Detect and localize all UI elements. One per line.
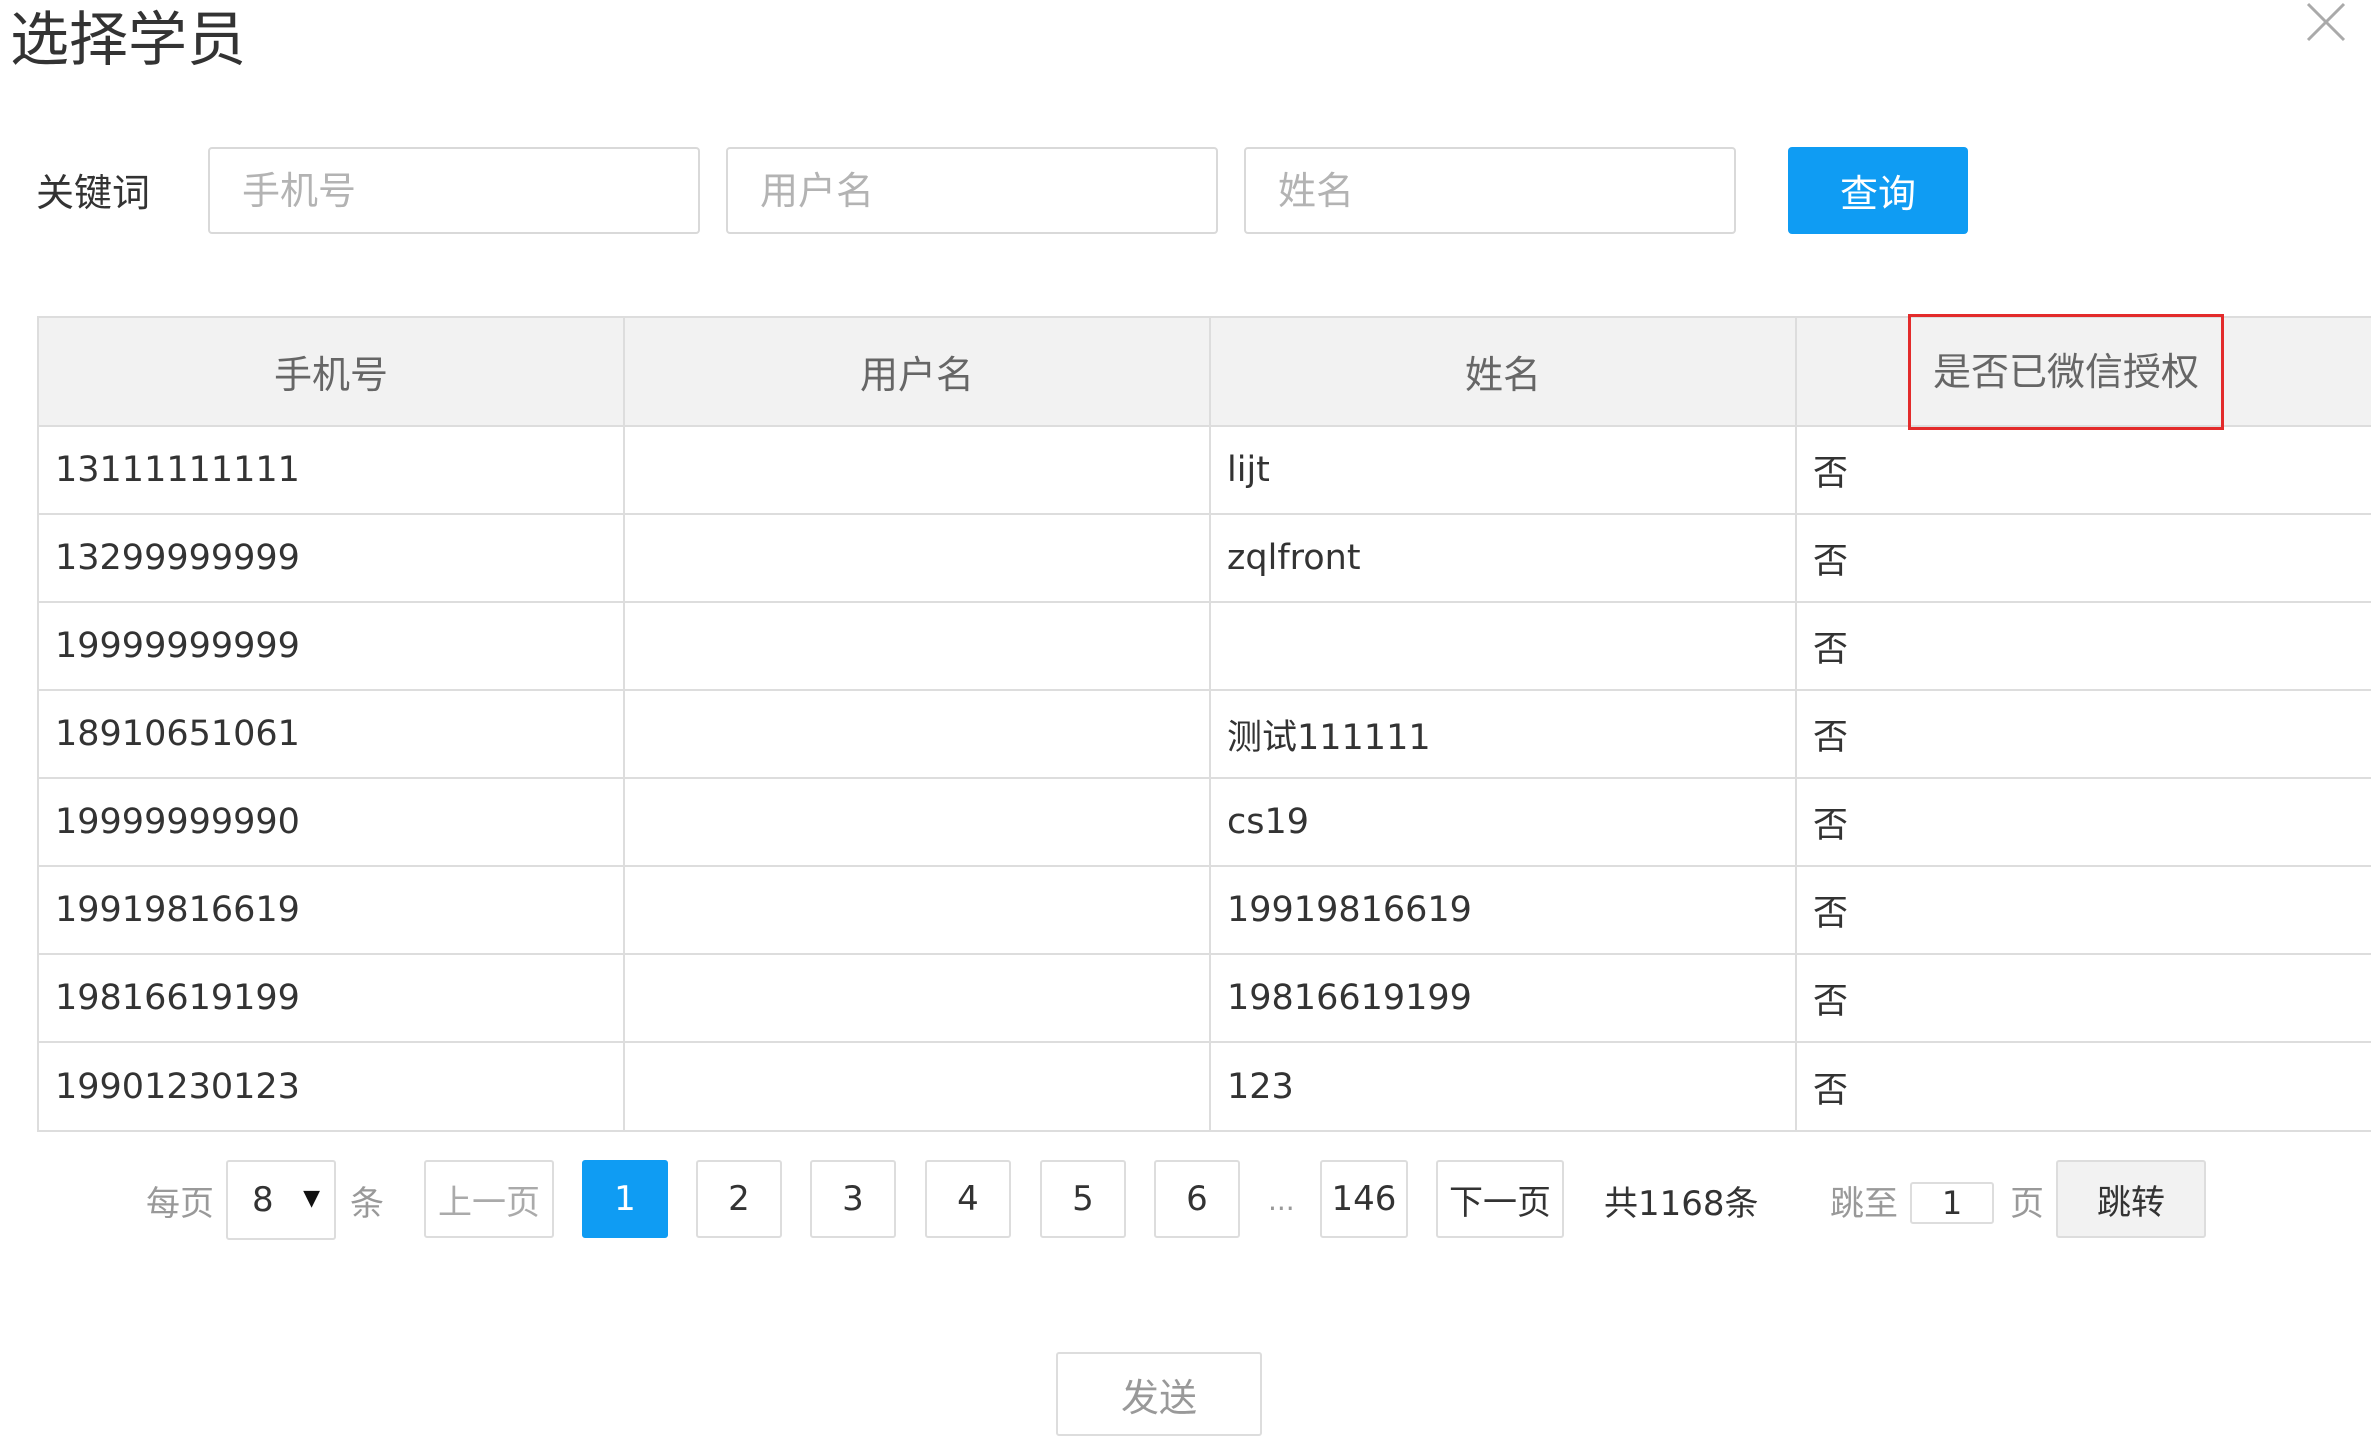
cell-name: 测试111111 [1211, 691, 1797, 777]
table-row[interactable]: 19999999999 否 [39, 603, 2371, 691]
page-button-last[interactable]: 146 [1320, 1160, 1408, 1238]
cell-wechat-auth: 否 [1813, 541, 1849, 582]
cell-username [625, 427, 1211, 513]
jump-prefix: 跳至 [1830, 1183, 1898, 1224]
per-page-select[interactable]: 8 ▼ [226, 1160, 336, 1240]
column-header-phone: 手机号 [39, 318, 625, 425]
cell-username [625, 515, 1211, 601]
cell-username [625, 1043, 1211, 1131]
page-button-3[interactable]: 3 [810, 1160, 896, 1238]
next-page-button[interactable]: 下一页 [1436, 1160, 1564, 1238]
close-icon[interactable] [2300, 0, 2352, 46]
jump-page-input[interactable] [1910, 1182, 1994, 1224]
cell-phone: 19816619199 [39, 955, 625, 1041]
per-page-prefix: 每页 [146, 1183, 214, 1224]
cell-username [625, 691, 1211, 777]
table-row[interactable]: 19816619199 19816619199 否 [39, 955, 2371, 1043]
cell-name: cs19 [1211, 779, 1797, 865]
cell-name: 19816619199 [1211, 955, 1797, 1041]
table-header: 手机号 用户名 姓名 是否已微信授权 [39, 313, 2371, 430]
students-table: 手机号 用户名 姓名 是否已微信授权 13111111111 lijt 否 13… [37, 313, 2371, 1132]
table-row[interactable]: 19999999990 cs19 否 [39, 779, 2371, 867]
username-search-input[interactable] [726, 147, 1218, 234]
cell-phone: 13111111111 [39, 427, 625, 513]
cell-wechat-auth: 否 [1813, 981, 1849, 1022]
dialog-title: 选择学员 [10, 5, 247, 74]
table-row[interactable]: 19901230123 123 否 [39, 1043, 2371, 1131]
cell-username [625, 603, 1211, 689]
cell-phone: 19999999999 [39, 603, 625, 689]
table-row[interactable]: 13111111111 lijt 否 [39, 427, 2371, 515]
cell-phone: 19919816619 [39, 867, 625, 953]
query-button[interactable]: 查询 [1788, 147, 1968, 234]
select-student-dialog: 选择学员 关键词 查询 手机号 用户名 姓名 是否已微信授权 131111111… [0, 0, 2371, 1440]
page-button-6[interactable]: 6 [1154, 1160, 1240, 1238]
cell-username [625, 955, 1211, 1041]
page-button-5[interactable]: 5 [1040, 1160, 1126, 1238]
name-search-input[interactable] [1244, 147, 1736, 234]
cell-name: 123 [1211, 1043, 1797, 1131]
total-count: 共1168条 [1604, 1183, 1759, 1224]
keyword-label: 关键词 [36, 171, 151, 215]
page-button-1[interactable]: 1 [582, 1160, 668, 1238]
cell-username [625, 779, 1211, 865]
table-row[interactable]: 13299999999 zqlfront 否 [39, 515, 2371, 603]
cell-username [625, 867, 1211, 953]
column-header-name: 姓名 [1211, 318, 1797, 425]
cell-phone: 19901230123 [39, 1043, 625, 1131]
cell-wechat-auth: 否 [1813, 717, 1849, 758]
chevron-down-icon: ▼ [303, 1186, 320, 1211]
per-page-suffix: 条 [350, 1183, 384, 1224]
cell-name: lijt [1211, 427, 1797, 513]
cell-name: zqlfront [1211, 515, 1797, 601]
pagination-ellipsis: ... [1268, 1183, 1295, 1217]
cell-name: 19919816619 [1211, 867, 1797, 953]
table-row[interactable]: 18910651061 测试111111 否 [39, 691, 2371, 779]
cell-name [1211, 603, 1797, 689]
jump-suffix: 页 [2010, 1183, 2044, 1224]
cell-phone: 13299999999 [39, 515, 625, 601]
table-row[interactable]: 19919816619 19919816619 否 [39, 867, 2371, 955]
page-button-4[interactable]: 4 [925, 1160, 1011, 1238]
pagination: 每页 8 ▼ 条 上一页 1 2 3 4 5 6 ... 146 下一页 共11… [0, 1158, 2371, 1242]
column-header-wechat-auth: 是否已微信授权 [1797, 313, 2371, 430]
cell-wechat-auth: 否 [1813, 893, 1849, 934]
cell-phone: 19999999990 [39, 779, 625, 865]
cell-phone: 18910651061 [39, 691, 625, 777]
column-header-username: 用户名 [625, 318, 1211, 425]
cell-wechat-auth: 否 [1813, 629, 1849, 670]
cell-wechat-auth: 否 [1813, 805, 1849, 846]
prev-page-button[interactable]: 上一页 [424, 1160, 554, 1238]
page-button-2[interactable]: 2 [696, 1160, 782, 1238]
per-page-value: 8 [252, 1180, 274, 1220]
highlight-box: 是否已微信授权 [1907, 313, 2224, 430]
table-body: 13111111111 lijt 否 13299999999 zqlfront … [39, 427, 2371, 1131]
cell-wechat-auth: 否 [1813, 453, 1849, 494]
send-button[interactable]: 发送 [1056, 1352, 1262, 1436]
jump-button[interactable]: 跳转 [2056, 1160, 2206, 1238]
cell-wechat-auth: 否 [1813, 1070, 1849, 1111]
phone-search-input[interactable] [208, 147, 700, 234]
